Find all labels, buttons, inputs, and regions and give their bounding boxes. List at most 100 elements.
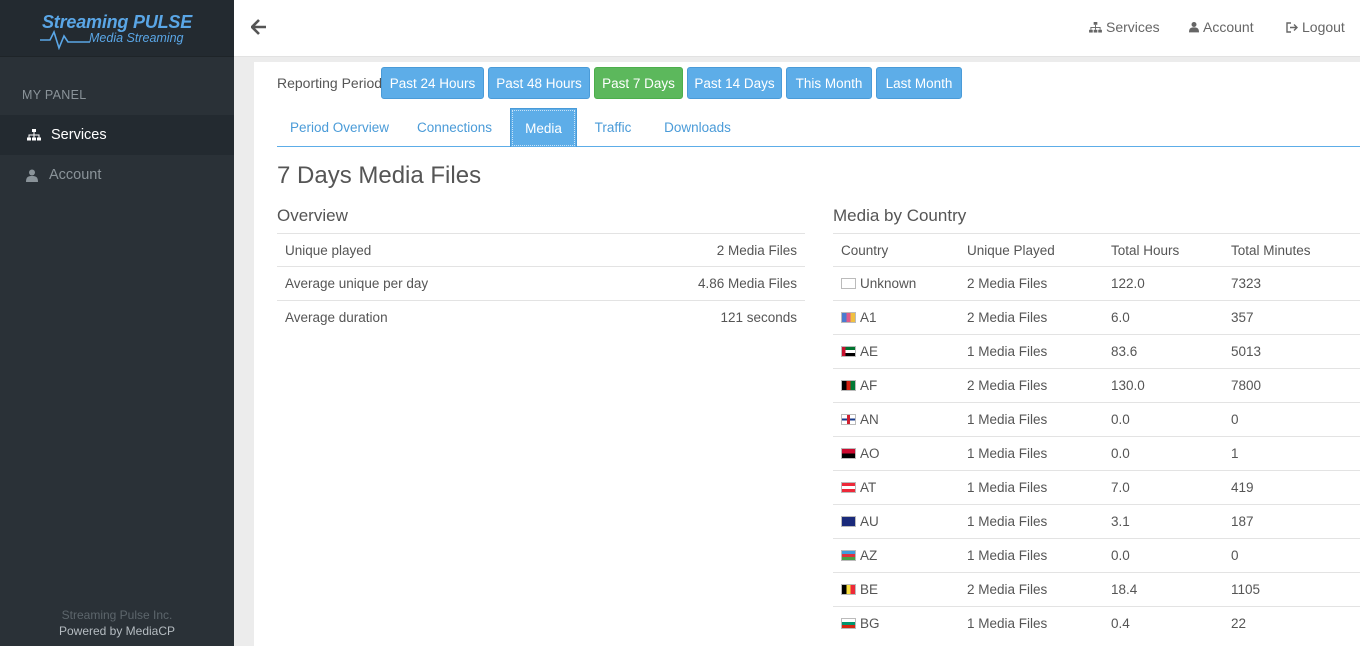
footer-company: Streaming Pulse Inc. <box>61 608 173 622</box>
country-code: AF <box>860 378 878 393</box>
flag-bg-icon <box>841 618 856 629</box>
tab-connections[interactable]: Connections <box>407 108 502 147</box>
total-minutes-cell: 187 <box>1231 514 1254 529</box>
table-row: AE 1 Media Files 83.6 5013 <box>833 334 1360 368</box>
sidebar-item-label: Account <box>49 167 102 183</box>
period-button-48h[interactable]: Past 48 Hours <box>488 67 590 99</box>
country-code: AN <box>860 412 879 427</box>
unique-played-cell: 1 Media Files <box>967 412 1048 427</box>
overview-value: 4.86 Media Files <box>697 276 797 291</box>
top-services-label: Services <box>1106 19 1160 35</box>
total-minutes-cell: 357 <box>1231 310 1254 325</box>
total-minutes-cell: 5013 <box>1231 344 1262 359</box>
total-hours-cell: 0.0 <box>1111 412 1130 427</box>
main-content: Reporting Period: Past 24 Hours Past 48 … <box>254 62 1360 646</box>
table-row: AO 1 Media Files 0.0 1 <box>833 436 1360 470</box>
reporting-period-label: Reporting Period: <box>277 75 386 91</box>
total-minutes-cell: 0 <box>1231 548 1239 563</box>
footer-powered-by[interactable]: Powered by MediaCP <box>0 624 234 638</box>
country-code: A1 <box>860 310 877 325</box>
country-code: BE <box>860 582 879 597</box>
sidebar: Streaming PULSE Media Streaming MY PANEL… <box>0 0 234 646</box>
column-header-total-minutes[interactable]: Total Minutes <box>1231 234 1311 266</box>
period-button-last-month[interactable]: Last Month <box>876 67 962 99</box>
table-row: BG 1 Media Files 0.4 22 <box>833 606 1360 640</box>
unique-played-cell: 2 Media Files <box>967 582 1048 597</box>
unique-played-cell: 1 Media Files <box>967 514 1048 529</box>
country-code: BG <box>860 616 880 631</box>
tab-downloads[interactable]: Downloads <box>654 108 741 147</box>
table-row: Average duration 121 seconds <box>277 300 805 334</box>
country-cell: AN <box>841 403 879 436</box>
table-row: A1 2 Media Files 6.0 357 <box>833 300 1360 334</box>
unique-played-cell: 2 Media Files <box>967 378 1048 393</box>
pulse-wave-icon <box>40 29 90 50</box>
total-hours-cell: 0.0 <box>1111 446 1130 461</box>
flag-be-icon <box>841 584 856 595</box>
country-cell: AO <box>841 437 880 470</box>
total-minutes-cell: 419 <box>1231 480 1254 495</box>
tab-media[interactable]: Media <box>510 108 577 147</box>
overview-title: Overview <box>277 206 348 225</box>
table-row: AN 1 Media Files 0.0 0 <box>833 402 1360 436</box>
total-minutes-cell: 1 <box>1231 446 1239 461</box>
total-hours-cell: 0.0 <box>1111 548 1130 563</box>
table-row: AZ 1 Media Files 0.0 0 <box>833 538 1360 572</box>
total-hours-cell: 18.4 <box>1111 582 1138 597</box>
overview-label: Average duration <box>285 310 388 325</box>
top-services-link[interactable]: Services <box>1089 19 1160 35</box>
table-row: AU 1 Media Files 3.1 187 <box>833 504 1360 538</box>
total-hours-cell: 7.0 <box>1111 480 1130 495</box>
column-header-total-hours[interactable]: Total Hours <box>1111 234 1179 266</box>
unique-played-cell: 1 Media Files <box>967 616 1048 631</box>
period-button-14d[interactable]: Past 14 Days <box>687 67 782 99</box>
country-cell: AU <box>841 505 879 538</box>
country-cell: BE <box>841 573 878 606</box>
total-minutes-cell: 7323 <box>1231 276 1262 291</box>
sidebar-item-account[interactable]: Account <box>0 155 234 195</box>
table-row: Unknown 2 Media Files 122.0 7323 <box>833 266 1360 300</box>
table-row: Average unique per day 4.86 Media Files <box>277 266 805 300</box>
brand-logo[interactable]: Streaming PULSE Media Streaming <box>0 0 234 57</box>
country-title: Media by Country <box>833 206 967 225</box>
unique-played-cell: 1 Media Files <box>967 480 1048 495</box>
flag-au-icon <box>841 516 856 527</box>
table-header-row: Country Unique Played Total Hours Total … <box>833 233 1360 266</box>
flag-ae-icon <box>841 346 856 357</box>
column-header-unique-played[interactable]: Unique Played <box>967 234 1055 266</box>
table-row: Unique played 2 Media Files <box>277 233 805 266</box>
column-header-country[interactable]: Country <box>841 234 888 266</box>
country-table: Country Unique Played Total Hours Total … <box>833 233 1360 640</box>
period-button-7d[interactable]: Past 7 Days <box>594 67 683 99</box>
unique-played-cell: 1 Media Files <box>967 344 1048 359</box>
tab-traffic[interactable]: Traffic <box>582 108 644 147</box>
sitemap-icon <box>26 129 42 141</box>
unique-played-cell: 2 Media Files <box>967 310 1048 325</box>
country-code: AT <box>860 480 877 495</box>
overview-label: Average unique per day <box>285 276 429 291</box>
total-hours-cell: 3.1 <box>1111 514 1130 529</box>
user-icon <box>1189 22 1199 33</box>
country-code: AE <box>860 344 879 359</box>
period-button-this-month[interactable]: This Month <box>786 67 872 99</box>
country-cell: A1 <box>841 301 877 334</box>
total-hours-cell: 0.4 <box>1111 616 1130 631</box>
period-button-24h[interactable]: Past 24 Hours <box>381 67 484 99</box>
sidebar-item-services[interactable]: Services <box>0 115 234 155</box>
country-cell: AE <box>841 335 878 368</box>
flag-unknown-icon <box>841 278 856 289</box>
overview-table: Unique played 2 Media Files Average uniq… <box>277 233 805 334</box>
unique-played-cell: 1 Media Files <box>967 446 1048 461</box>
flag-at-icon <box>841 482 856 493</box>
country-code: Unknown <box>860 276 917 291</box>
top-logout-link[interactable]: Logout <box>1286 19 1345 35</box>
back-arrow-icon[interactable] <box>250 18 267 41</box>
flag-an-icon <box>841 414 856 425</box>
top-account-link[interactable]: Account <box>1189 19 1254 35</box>
report-tabs: Period Overview Connections Media Traffi… <box>277 108 1360 147</box>
user-icon <box>24 169 40 182</box>
sidebar-item-label: Services <box>51 127 107 143</box>
table-row: AT 1 Media Files 7.0 419 <box>833 470 1360 504</box>
flag-af-icon <box>841 380 856 391</box>
tab-period-overview[interactable]: Period Overview <box>277 108 402 147</box>
